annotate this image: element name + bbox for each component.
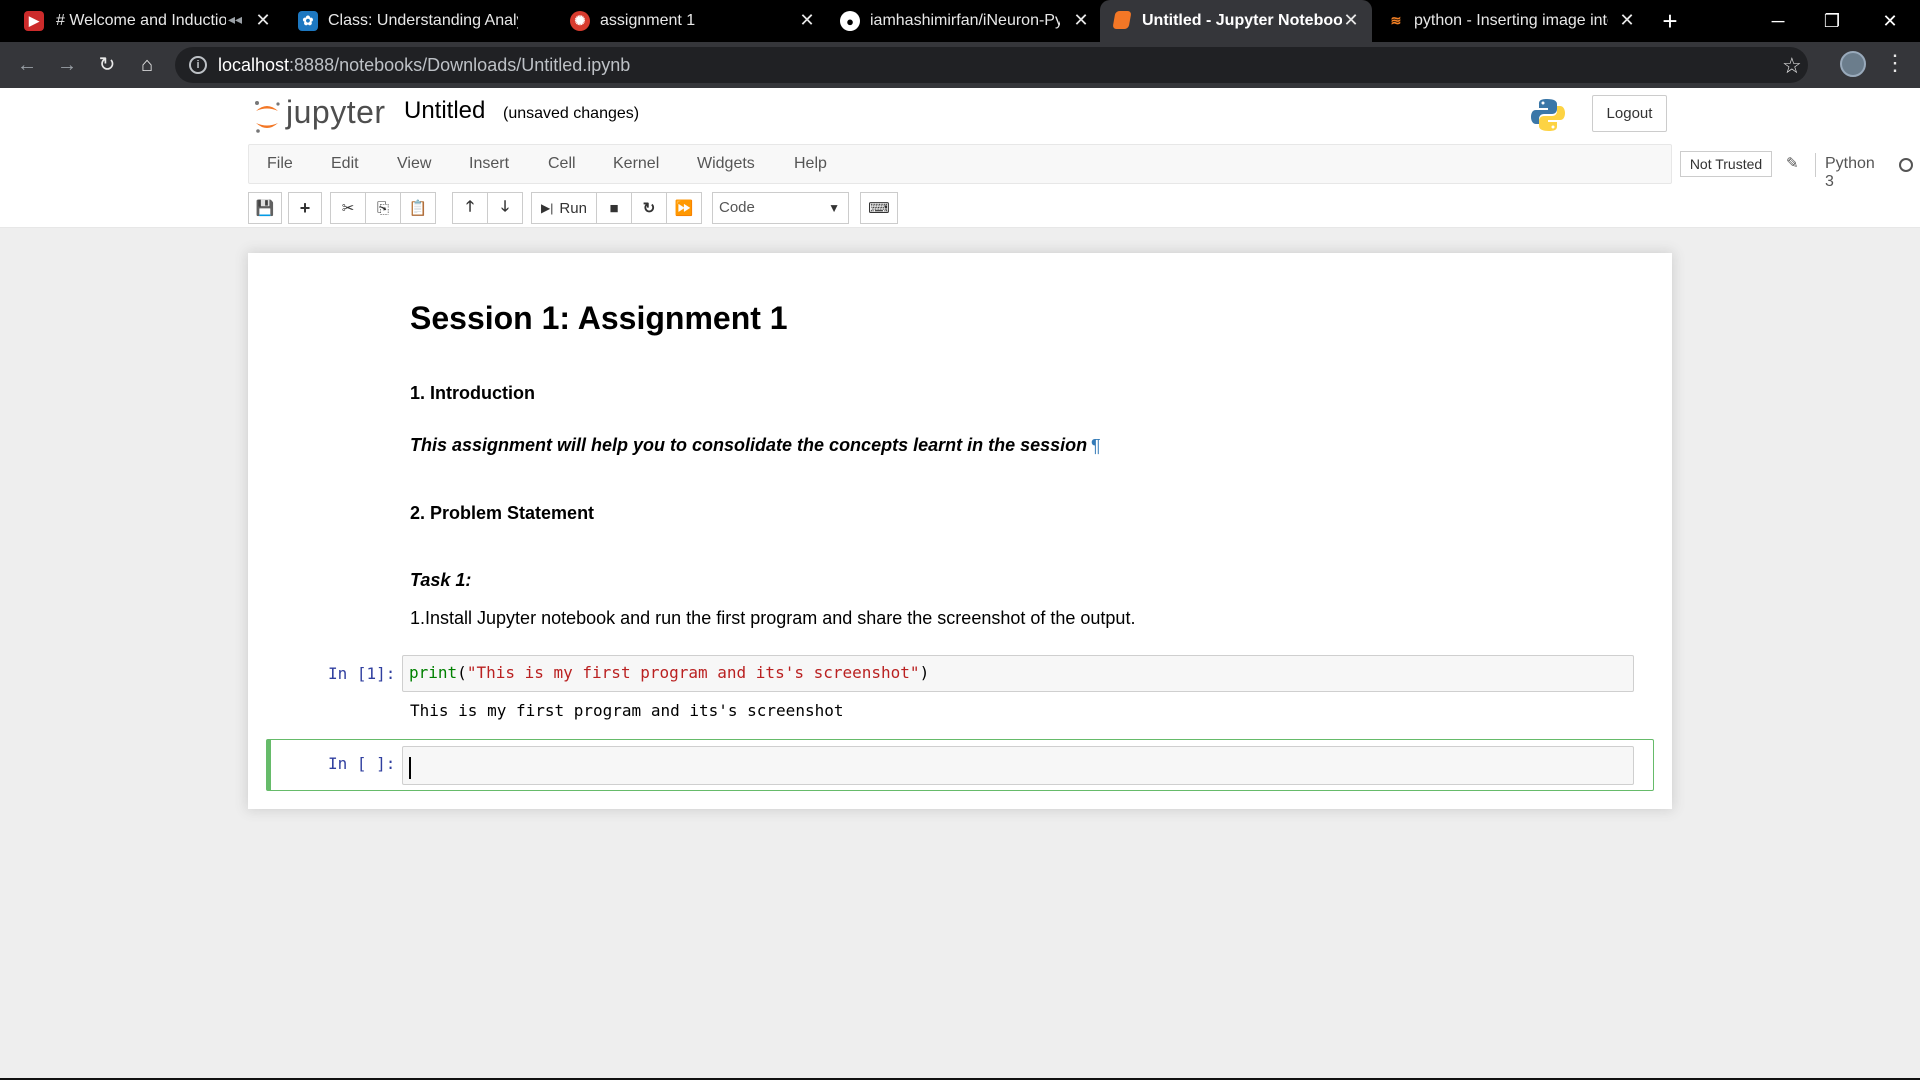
menu-bar: File Edit View Insert Cell Kernel Widget… xyxy=(248,144,1913,190)
menu-cell[interactable]: Cell xyxy=(548,155,576,173)
jupyter-logo-text[interactable]: jupyter xyxy=(286,94,386,131)
notebook-toolbar: 💾 + ✂ ⎘ 📋 🡑 🡓 ▶| Run ■ ↻ ⏩ Code ▼ ⌨ xyxy=(248,192,1672,224)
menu-view[interactable]: View xyxy=(397,155,431,173)
class-favicon-icon: ✿ xyxy=(298,11,318,31)
site-info-icon[interactable]: i xyxy=(189,56,207,74)
move-up-icon[interactable]: 🡑 xyxy=(452,192,488,224)
markdown-task-heading: Task 1: xyxy=(410,570,472,590)
keyboard-icon[interactable]: ⌨ xyxy=(860,192,898,224)
input-prompt: In [1]: xyxy=(328,664,396,683)
markdown-intro-text: This assignment will help you to consoli… xyxy=(410,435,1088,455)
save-status: (unsaved changes) xyxy=(503,105,640,122)
logout-button[interactable]: Logout xyxy=(1592,95,1667,132)
step-icon: ▶| xyxy=(541,201,554,215)
jupyter-logo-icon[interactable] xyxy=(252,99,282,135)
restart-run-all-icon[interactable]: ⏩ xyxy=(666,192,702,224)
browser-tab-4[interactable]: ● iamhashimirfan/iNeuron-Py ✕ xyxy=(830,0,1104,42)
browser-tab-1[interactable]: ▶ # Welcome and Inductio ◂◂ ✕ xyxy=(0,0,278,42)
markdown-subheading: 1. Introduction xyxy=(410,383,535,403)
anchor-link[interactable]: ¶ xyxy=(1091,436,1101,457)
close-tab-icon[interactable]: ✕ xyxy=(796,9,818,31)
tab-title: assignment 1 xyxy=(600,12,696,29)
move-down-icon[interactable]: 🡓 xyxy=(487,192,523,224)
kernel-idle-icon xyxy=(1899,158,1913,172)
browser-tab-3[interactable]: ✺ assignment 1 ✕ xyxy=(554,0,830,42)
jupyter-header: jupyter Untitled (unsaved changes) Logou… xyxy=(0,88,1920,228)
reload-icon[interactable]: ↻ xyxy=(92,50,122,80)
back-icon[interactable]: ← xyxy=(12,50,42,80)
input-prompt: In [ ]: xyxy=(328,754,396,773)
chevron-down-icon: ▼ xyxy=(828,201,840,215)
tab-title: # Welcome and Inductio xyxy=(56,12,226,29)
browser-tab-active[interactable]: Untitled - Jupyter Notebook ✕ xyxy=(1100,0,1372,42)
browser-tab-2[interactable]: ✿ Class: Understanding Analytic xyxy=(278,0,554,42)
pencil-icon[interactable]: ✎ xyxy=(1786,154,1799,172)
menu-edit[interactable]: Edit xyxy=(331,155,359,173)
markdown-subheading: 2. Problem Statement xyxy=(410,503,595,523)
notebook-title[interactable]: Untitled xyxy=(404,97,485,125)
assignment-favicon-icon: ✺ xyxy=(570,11,590,31)
tab-title: Untitled - Jupyter Notebook xyxy=(1142,12,1342,29)
selected-code-cell[interactable]: In [ ]: xyxy=(266,739,1654,791)
notebook-container: Session 1: Assignment 1 1. Introduction … xyxy=(248,253,1672,809)
github-favicon-icon: ● xyxy=(840,11,860,31)
close-tab-icon[interactable]: ✕ xyxy=(252,9,274,31)
profile-avatar[interactable] xyxy=(1840,51,1866,77)
divider xyxy=(1815,153,1816,177)
menu-help[interactable]: Help xyxy=(794,155,827,173)
menu-widgets[interactable]: Widgets xyxy=(697,155,755,173)
close-tab-icon[interactable]: ✕ xyxy=(1340,9,1362,31)
code-text: print("This is my first program and its'… xyxy=(409,663,930,682)
cell-output: This is my first program and its's scree… xyxy=(410,701,844,720)
trust-status-button[interactable]: Not Trusted xyxy=(1680,151,1772,177)
speaker-icon[interactable]: ◂◂ xyxy=(228,11,242,28)
interrupt-icon[interactable]: ■ xyxy=(596,192,632,224)
url-text[interactable]: localhost:8888/notebooks/Downloads/Untit… xyxy=(218,55,630,76)
run-label: Run xyxy=(559,199,587,217)
close-tab-icon[interactable]: ✕ xyxy=(1616,9,1638,31)
bookmark-star-icon[interactable]: ☆ xyxy=(1782,53,1802,79)
paste-icon[interactable]: 📋 xyxy=(400,192,436,224)
save-icon[interactable]: 💾 xyxy=(248,192,282,224)
jupyter-favicon-icon xyxy=(1112,11,1132,29)
markdown-heading: Session 1: Assignment 1 xyxy=(410,300,788,336)
close-window-icon[interactable]: ✕ xyxy=(1868,4,1912,38)
code-input-area[interactable]: print("This is my first program and its'… xyxy=(402,655,1634,692)
run-button[interactable]: ▶| Run xyxy=(531,192,597,224)
browser-menu-icon[interactable]: ⋮ xyxy=(1884,50,1906,76)
url-input[interactable]: i localhost:8888/notebooks/Downloads/Unt… xyxy=(175,47,1808,83)
text-cursor xyxy=(409,757,411,779)
home-icon[interactable]: ⌂ xyxy=(132,50,162,80)
menu-insert[interactable]: Insert xyxy=(469,155,509,173)
insert-cell-icon[interactable]: + xyxy=(288,192,322,224)
python-logo-icon xyxy=(1531,99,1565,131)
cell-type-select[interactable]: Code ▼ xyxy=(712,192,849,224)
forward-icon[interactable]: → xyxy=(52,50,82,80)
cell-type-value: Code xyxy=(719,199,755,216)
minimize-icon[interactable]: ─ xyxy=(1756,4,1800,38)
menu-file[interactable]: File xyxy=(267,155,293,173)
restore-icon[interactable]: ❐ xyxy=(1810,4,1854,38)
tab-title: Class: Understanding Analytic xyxy=(328,12,518,29)
new-tab-button[interactable]: + xyxy=(1656,7,1684,35)
menu-kernel[interactable]: Kernel xyxy=(613,155,659,173)
browser-tab-bar: ▶ # Welcome and Inductio ◂◂ ✕ ✿ Class: U… xyxy=(0,0,1920,42)
kernel-name[interactable]: Python 3 xyxy=(1825,155,1875,191)
close-tab-icon[interactable]: ✕ xyxy=(1070,9,1092,31)
youtube-favicon-icon: ▶ xyxy=(24,11,44,31)
copy-icon[interactable]: ⎘ xyxy=(365,192,401,224)
stackoverflow-favicon-icon: ≋ xyxy=(1390,13,1402,28)
tab-title: python - Inserting image into xyxy=(1414,12,1608,29)
markdown-paragraph: 1.Install Jupyter notebook and run the f… xyxy=(410,608,1136,628)
browser-address-bar: ← → ↻ ⌂ i localhost:8888/notebooks/Downl… xyxy=(0,42,1920,88)
tab-title: iamhashimirfan/iNeuron-Py xyxy=(870,12,1060,29)
restart-icon[interactable]: ↻ xyxy=(631,192,667,224)
browser-tab-6[interactable]: ≋ python - Inserting image into ✕ xyxy=(1376,0,1648,42)
cut-icon[interactable]: ✂ xyxy=(330,192,366,224)
code-input-area[interactable] xyxy=(402,746,1634,785)
